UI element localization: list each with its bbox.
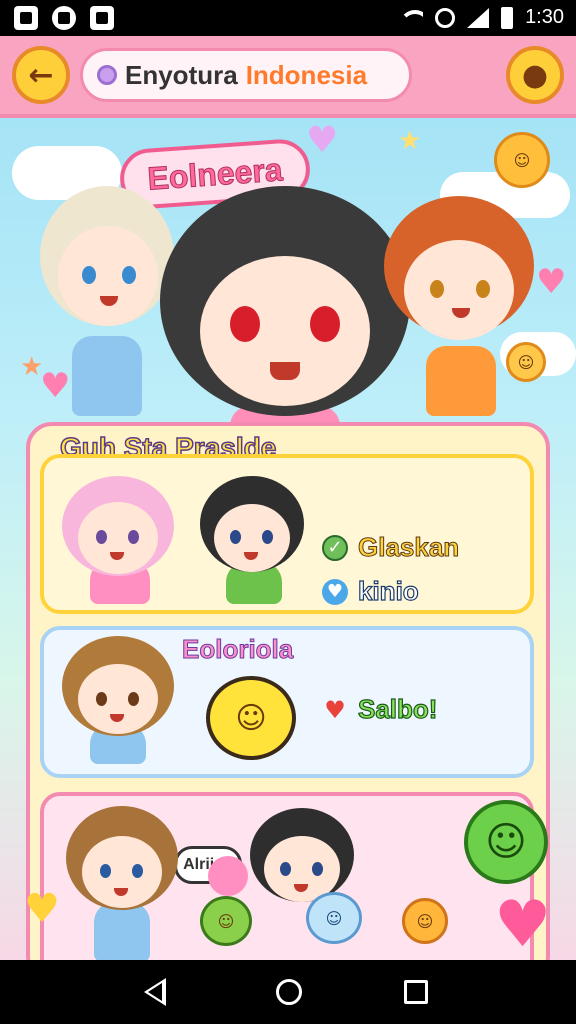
blue-blob-icon: ☺ [306, 892, 362, 944]
app-screen: ← Enyotura Indonesia ● ★ ★ ★ ♥ ♥ ♥ Eolne… [0, 36, 576, 960]
heart-icon: ♥ [24, 886, 60, 932]
battery-icon [501, 6, 514, 29]
option-label: Salbo! [357, 693, 438, 724]
nav-home-icon[interactable] [276, 979, 302, 1005]
character-main [160, 186, 410, 466]
app-title: Enyotura [125, 59, 238, 90]
wifi-icon [399, 8, 424, 28]
pink-balloon-icon [208, 856, 248, 896]
character-buns [196, 476, 306, 606]
nav-bar [0, 960, 576, 1024]
title-pill: Enyotura Indonesia [80, 48, 412, 102]
signal-icon [467, 7, 490, 28]
option-label: kinio [357, 575, 419, 606]
happy-blob-icon: ☺ [206, 676, 296, 760]
green-monster-icon: ☺ [200, 896, 252, 946]
nav-recent-icon[interactable] [404, 980, 428, 1004]
check-app-icon [90, 6, 114, 30]
app-header: ← Enyotura Indonesia ● [0, 36, 576, 118]
heart-icon: ♥ [322, 578, 348, 605]
laughing-emoji-icon: ☺ [494, 132, 550, 188]
check-icon: ✓ [322, 534, 348, 561]
app-title-highlight: Indonesia [245, 59, 368, 90]
heart-icon: ♥ [306, 120, 339, 161]
character-blonde [30, 186, 180, 426]
character-brown-2 [60, 806, 180, 960]
green-laughing-emoji-icon: ☺ [464, 800, 548, 884]
character-orange [380, 196, 540, 426]
back-arrow-icon: ← [28, 57, 54, 93]
smile-emoji-icon: ☺ [506, 342, 546, 382]
card-title: Eoloriola [181, 634, 294, 665]
star-icon: ★ [398, 126, 422, 156]
profile-button[interactable]: ● [506, 46, 564, 104]
clock: 1:30 [525, 6, 564, 28]
cat-profile-icon: ● [521, 57, 549, 93]
option-kinio[interactable]: ♥ kinio [322, 575, 419, 607]
status-bar: 1:30 [0, 0, 576, 36]
heart-icon: ♥ [324, 695, 346, 724]
gallery-icon [14, 6, 38, 30]
back-button[interactable]: ← [12, 46, 70, 104]
option-glaskan[interactable]: ✓ Glaskan [322, 532, 460, 563]
option-salbo[interactable]: ♥ Salbo! [322, 693, 438, 725]
character-pink [56, 476, 176, 606]
heart-icon: ♥ [536, 262, 567, 302]
magic-wand-icon [97, 65, 117, 85]
nav-back-icon[interactable] [144, 978, 166, 1006]
option-label: Glaskan [357, 532, 460, 563]
orange-emoji-icon: ☺ [402, 898, 448, 944]
alarm-icon [435, 7, 456, 28]
heart-icon: ♥ [494, 888, 552, 960]
instagram-icon [52, 6, 76, 30]
character-brown [56, 636, 176, 766]
